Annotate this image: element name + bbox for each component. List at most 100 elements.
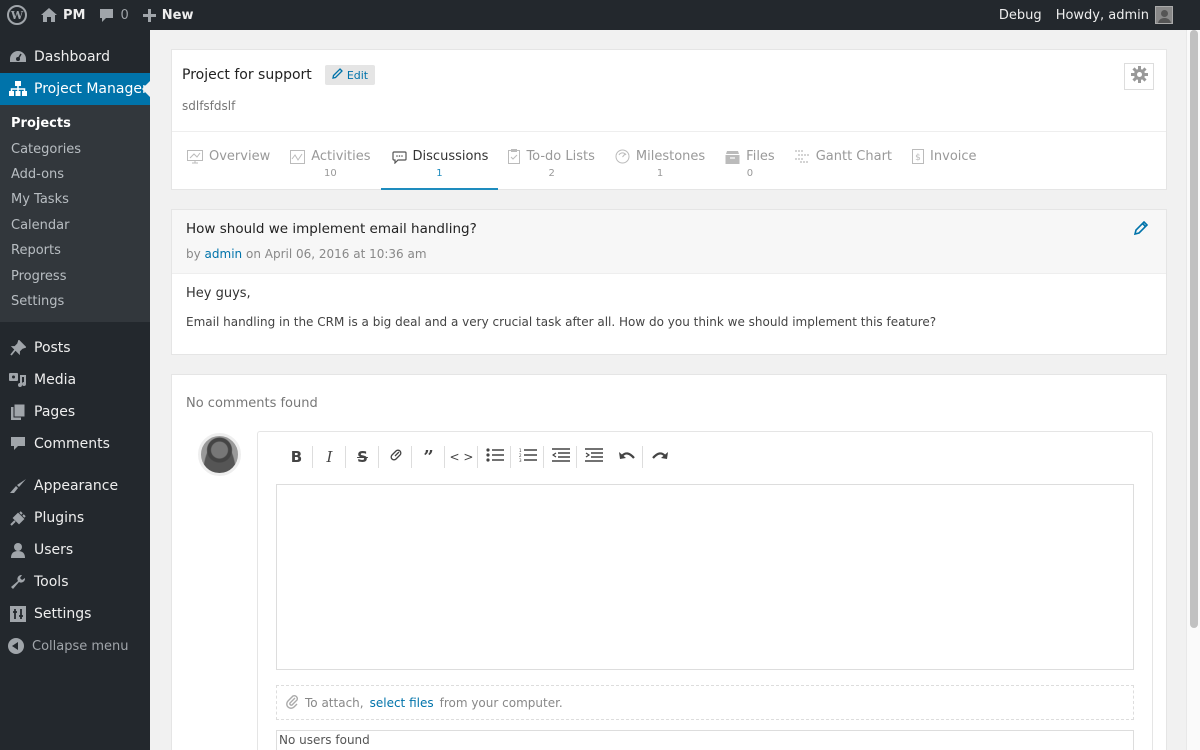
project-settings-button[interactable]: [1124, 63, 1154, 90]
code-button[interactable]: < >: [445, 444, 478, 470]
admin-bar: W PM 0 New Debug Howdy, admin: [0, 0, 1200, 30]
user-icon: [8, 540, 28, 560]
plug-icon: [8, 508, 28, 528]
sidebar-label-users: Users: [34, 542, 74, 559]
comments-card: No comments found B I S ” < > 123 To att…: [171, 374, 1167, 750]
collapse-menu-button[interactable]: Collapse menu: [0, 630, 150, 662]
italic-button[interactable]: I: [313, 444, 346, 470]
edit-discussion-pencil-icon[interactable]: [1133, 220, 1149, 239]
indent-button[interactable]: [577, 444, 610, 470]
numbered-list-icon: 123: [519, 448, 537, 466]
link-icon: [388, 447, 404, 467]
gantt-icon: [794, 150, 810, 163]
edit-project-button[interactable]: Edit: [324, 65, 376, 85]
comment-editor: B I S ” < > 123 To attach, select files …: [257, 431, 1153, 750]
strikethrough-icon: S: [357, 448, 368, 466]
sidebar-label-tools: Tools: [34, 574, 69, 591]
sidebar-label-comments: Comments: [34, 436, 110, 453]
submenu-item-add-ons[interactable]: Add-ons: [0, 162, 150, 187]
submenu-item-my-tasks[interactable]: My Tasks: [0, 187, 150, 212]
quote-icon: ”: [423, 446, 434, 468]
commenter-avatar: [198, 433, 241, 476]
no-users-label: No users found: [279, 733, 370, 747]
page-scrollbar[interactable]: [1186, 30, 1200, 750]
numbered-list-button[interactable]: 123: [511, 444, 544, 470]
activity-chart-icon: [290, 149, 306, 164]
comments-link[interactable]: 0: [92, 0, 135, 30]
sidebar-label-appearance: Appearance: [34, 478, 119, 495]
tab-invoice[interactable]: $ Invoice: [902, 132, 986, 190]
tab-label: Files: [746, 149, 775, 164]
strikethrough-button[interactable]: S: [346, 444, 379, 470]
submenu-item-progress[interactable]: Progress: [0, 263, 150, 288]
sidebar-item-plugins[interactable]: Plugins: [0, 502, 150, 534]
new-content-button[interactable]: New: [136, 0, 201, 30]
select-files-link[interactable]: select files: [370, 696, 434, 710]
comment-text-area[interactable]: [276, 484, 1134, 670]
gauge-icon: [615, 149, 630, 164]
notify-users-box[interactable]: No users found: [276, 730, 1134, 750]
bullet-list-button[interactable]: [478, 444, 511, 470]
sidebar-item-media[interactable]: Media: [0, 364, 150, 396]
greeting-label: Howdy, admin: [1055, 7, 1149, 23]
sidebar-item-comments[interactable]: Comments: [0, 428, 150, 460]
outdent-button[interactable]: [544, 444, 577, 470]
tab-milestones[interactable]: Milestones 1: [605, 132, 715, 190]
sidebar-item-project-manager[interactable]: Project Manager: [0, 73, 150, 105]
discussion-greeting: Hey guys,: [186, 286, 251, 301]
plus-icon: [142, 8, 156, 22]
discussion-date: on April 06, 2016 at 10:36 am: [245, 247, 427, 261]
collapse-menu-label: Collapse menu: [32, 638, 129, 654]
undo-button[interactable]: [610, 444, 643, 470]
tab-activities[interactable]: Activities 10: [280, 132, 380, 190]
sidebar-label-settings: Settings: [34, 606, 92, 623]
comments-count: 0: [120, 7, 129, 23]
comment-bubble-icon: [99, 8, 114, 23]
chat-bubbles-icon: [391, 150, 407, 164]
tab-count: 0: [746, 168, 754, 179]
user-account-menu[interactable]: Howdy, admin: [1049, 0, 1180, 30]
link-button[interactable]: [379, 444, 412, 470]
tab-overview[interactable]: Overview: [177, 132, 280, 190]
scrollbar-thumb[interactable]: [1190, 30, 1198, 628]
discussion-meta: by admin on April 06, 2016 at 10:36 am: [186, 247, 1152, 261]
site-name-link[interactable]: PM: [34, 0, 92, 30]
submenu-item-calendar[interactable]: Calendar: [0, 213, 150, 238]
tab-discussions[interactable]: Discussions 1: [380, 132, 499, 190]
tab-count: 2: [548, 168, 555, 179]
submenu-item-categories[interactable]: Categories: [0, 136, 150, 161]
sidebar-item-settings[interactable]: Settings: [0, 598, 150, 630]
bold-icon: B: [290, 448, 303, 466]
tab-files[interactable]: Files 0: [715, 132, 785, 190]
comments-icon: [8, 434, 28, 454]
meta-by: by: [186, 247, 201, 261]
debug-button[interactable]: Debug: [992, 0, 1049, 30]
sidebar-item-pages[interactable]: Pages: [0, 396, 150, 428]
tab-todo-lists[interactable]: To-do Lists 2: [498, 132, 604, 190]
sidebar-item-posts[interactable]: Posts: [0, 332, 150, 364]
submenu-item-reports[interactable]: Reports: [0, 238, 150, 263]
attachment-dropzone[interactable]: To attach, select files from your comput…: [276, 685, 1134, 720]
sidebar-item-appearance[interactable]: Appearance: [0, 470, 150, 502]
site-name: PM: [63, 7, 86, 23]
pushpin-icon: [8, 338, 28, 358]
tab-gantt-chart[interactable]: Gantt Chart: [785, 132, 902, 190]
sidebar-item-users[interactable]: Users: [0, 534, 150, 566]
dashboard-gauge-icon: [8, 47, 28, 67]
sidebar-item-dashboard[interactable]: Dashboard: [0, 41, 150, 73]
blockquote-button[interactable]: ”: [412, 444, 445, 470]
wordpress-logo-button[interactable]: W: [0, 0, 34, 30]
paperclip-icon: [285, 693, 299, 712]
project-title: Project for support: [182, 67, 312, 83]
sidebar-label-posts: Posts: [34, 340, 71, 357]
author-link[interactable]: admin: [205, 247, 243, 261]
editor-toolbar: B I S ” < > 123: [258, 432, 1152, 482]
redo-button[interactable]: [643, 444, 676, 470]
archive-box-icon: [725, 150, 740, 164]
submenu-item-projects[interactable]: Projects: [0, 111, 150, 136]
svg-text:$: $: [915, 153, 921, 163]
sidebar-item-tools[interactable]: Tools: [0, 566, 150, 598]
submenu-item-settings[interactable]: Settings: [0, 289, 150, 314]
tab-label: Gantt Chart: [815, 149, 893, 164]
bold-button[interactable]: B: [280, 444, 313, 470]
